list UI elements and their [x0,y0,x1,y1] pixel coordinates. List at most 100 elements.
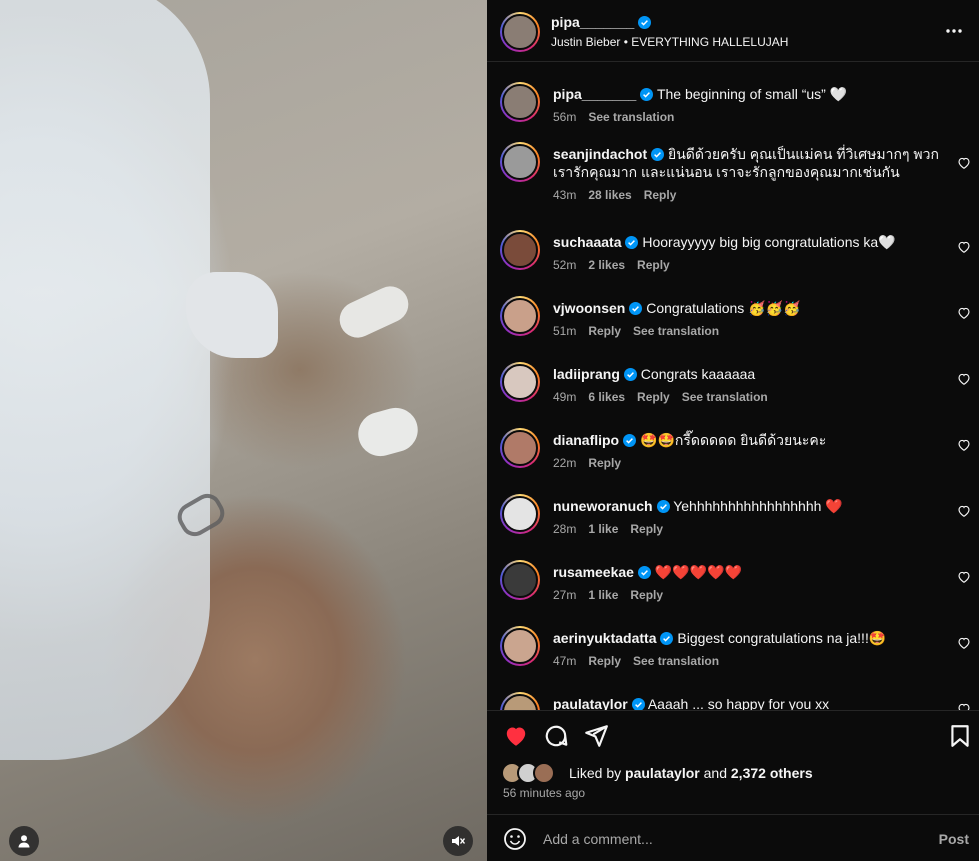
comment-username[interactable]: nuneworanuch [553,498,653,514]
comment-likes[interactable]: 6 likes [588,390,625,404]
heart-icon[interactable] [957,306,971,320]
verified-icon [638,16,652,29]
reply-button[interactable]: Reply [630,522,663,536]
post-media[interactable] [0,0,487,861]
comment-input[interactable]: Add a comment... [543,831,653,847]
heart-icon[interactable] [957,156,971,170]
comment-time: 27m [553,588,577,602]
see-translation-link[interactable]: See translation [588,110,674,124]
comment-text: Aaaah ... so happy for you xx [647,696,830,710]
heart-icon[interactable] [957,504,971,518]
verified-icon [640,88,654,101]
author-avatar[interactable] [500,82,540,122]
verified-icon [631,698,645,710]
caption-time: 56m [553,110,577,124]
verified-icon [651,148,665,161]
avatar[interactable] [500,560,540,600]
liker-avatars [501,762,567,784]
comment-time: 51m [553,324,577,338]
heart-icon[interactable] [957,636,971,650]
avatar[interactable] [500,142,540,182]
avatar[interactable] [500,692,540,710]
liked-by-text: Liked by paulataylor and 2,372 others [569,765,813,781]
avatar[interactable] [500,296,540,336]
reply-button[interactable]: Reply [588,456,621,470]
comment-time: 47m [553,654,577,668]
comment-username[interactable]: ladiiprang [553,366,620,382]
verified-icon [623,434,637,447]
comment-time: 43m [553,188,577,202]
reply-button[interactable]: Reply [630,588,663,602]
comment-likes[interactable]: 2 likes [588,258,625,272]
audio-track[interactable]: Justin Bieber • EVERYTHING HALLELUJAH [551,35,788,49]
comment-username[interactable]: dianaflipo [553,432,619,448]
bookmark-icon[interactable] [947,723,973,749]
heart-icon[interactable] [957,702,971,710]
post-button[interactable]: Post [939,831,969,847]
comment-text: ❤️❤️❤️❤️❤️ [654,564,743,580]
comment-text: Hoorayyyyy big big congratulations ka🤍 [642,234,896,250]
media-nail [333,280,415,344]
heart-icon[interactable] [957,240,971,254]
post-time: 56 minutes ago [503,786,586,800]
reply-button[interactable]: Reply [637,390,670,404]
comment-username[interactable]: suchaaata [553,234,621,250]
heart-icon[interactable] [957,438,971,452]
likes-summary[interactable]: Liked by paulataylor and 2,372 others [501,760,813,786]
avatar[interactable] [500,230,540,270]
verified-icon [625,236,639,249]
comment-username[interactable]: seanjindachot [553,146,647,162]
media-sleeve [0,0,210,760]
comment-username[interactable]: aerinyuktadatta [553,630,656,646]
comment-text: Biggest congratulations na ja!!!🤩 [677,630,887,646]
author-avatar[interactable] [500,12,540,52]
heart-icon[interactable] [957,570,971,584]
avatar[interactable] [500,362,540,402]
comment-text: Congratulations 🥳🥳🥳 [646,300,801,316]
mute-icon [452,836,465,846]
share-icon[interactable] [583,723,609,749]
comment-time: 22m [553,456,577,470]
add-comment-bar: Add a comment... Post [487,814,979,861]
emoji-icon[interactable] [503,827,527,851]
mute-button[interactable] [443,826,473,856]
avatar[interactable] [500,428,540,468]
reply-button[interactable]: Reply [644,188,677,202]
avatar[interactable] [500,626,540,666]
reply-button[interactable]: Reply [588,654,621,668]
comment-icon[interactable] [543,723,569,749]
media-nail [353,402,423,462]
comment-likes[interactable]: 1 like [588,588,618,602]
comment-time: 49m [553,390,577,404]
post-panel: pipa_______ Justin Bieber • EVERYTHING H… [487,0,979,861]
action-bar [487,710,979,760]
comments-list[interactable]: pipa_______ The beginning of small “us” … [487,62,979,710]
reply-button[interactable]: Reply [588,324,621,338]
heart-icon[interactable] [957,372,971,386]
avatar[interactable] [500,494,540,534]
comment-username[interactable]: paulataylor [553,696,628,710]
see-translation-link[interactable]: See translation [633,654,719,668]
comment-username[interactable]: vjwoonsen [553,300,625,316]
heart-icon[interactable] [503,723,529,749]
verified-icon [660,632,674,645]
tagged-user-button[interactable] [9,826,39,856]
comment-likes[interactable]: 28 likes [588,188,631,202]
comment-text: Congrats kaaaaaa [640,366,756,382]
caption-text: The beginning of small “us” 🤍 [656,86,848,102]
comment-time: 52m [553,258,577,272]
comment-likes[interactable]: 1 like [588,522,618,536]
comment-time: 28m [553,522,577,536]
comment-username[interactable]: rusameekae [553,564,634,580]
liked-by-count[interactable]: 2,372 others [731,765,813,781]
caption-username[interactable]: pipa_______ [553,86,636,102]
see-translation-link[interactable]: See translation [633,324,719,338]
verified-icon [637,566,651,579]
reply-button[interactable]: Reply [637,258,670,272]
liked-by-user[interactable]: paulataylor [625,765,700,781]
comment-text: 🤩🤩กรี๊ดดดดด ยินดีด้วยนะคะ [640,432,827,448]
author-username[interactable]: pipa_______ [551,14,652,30]
more-icon[interactable] [945,22,963,40]
see-translation-link[interactable]: See translation [682,390,768,404]
user-icon [18,835,30,848]
